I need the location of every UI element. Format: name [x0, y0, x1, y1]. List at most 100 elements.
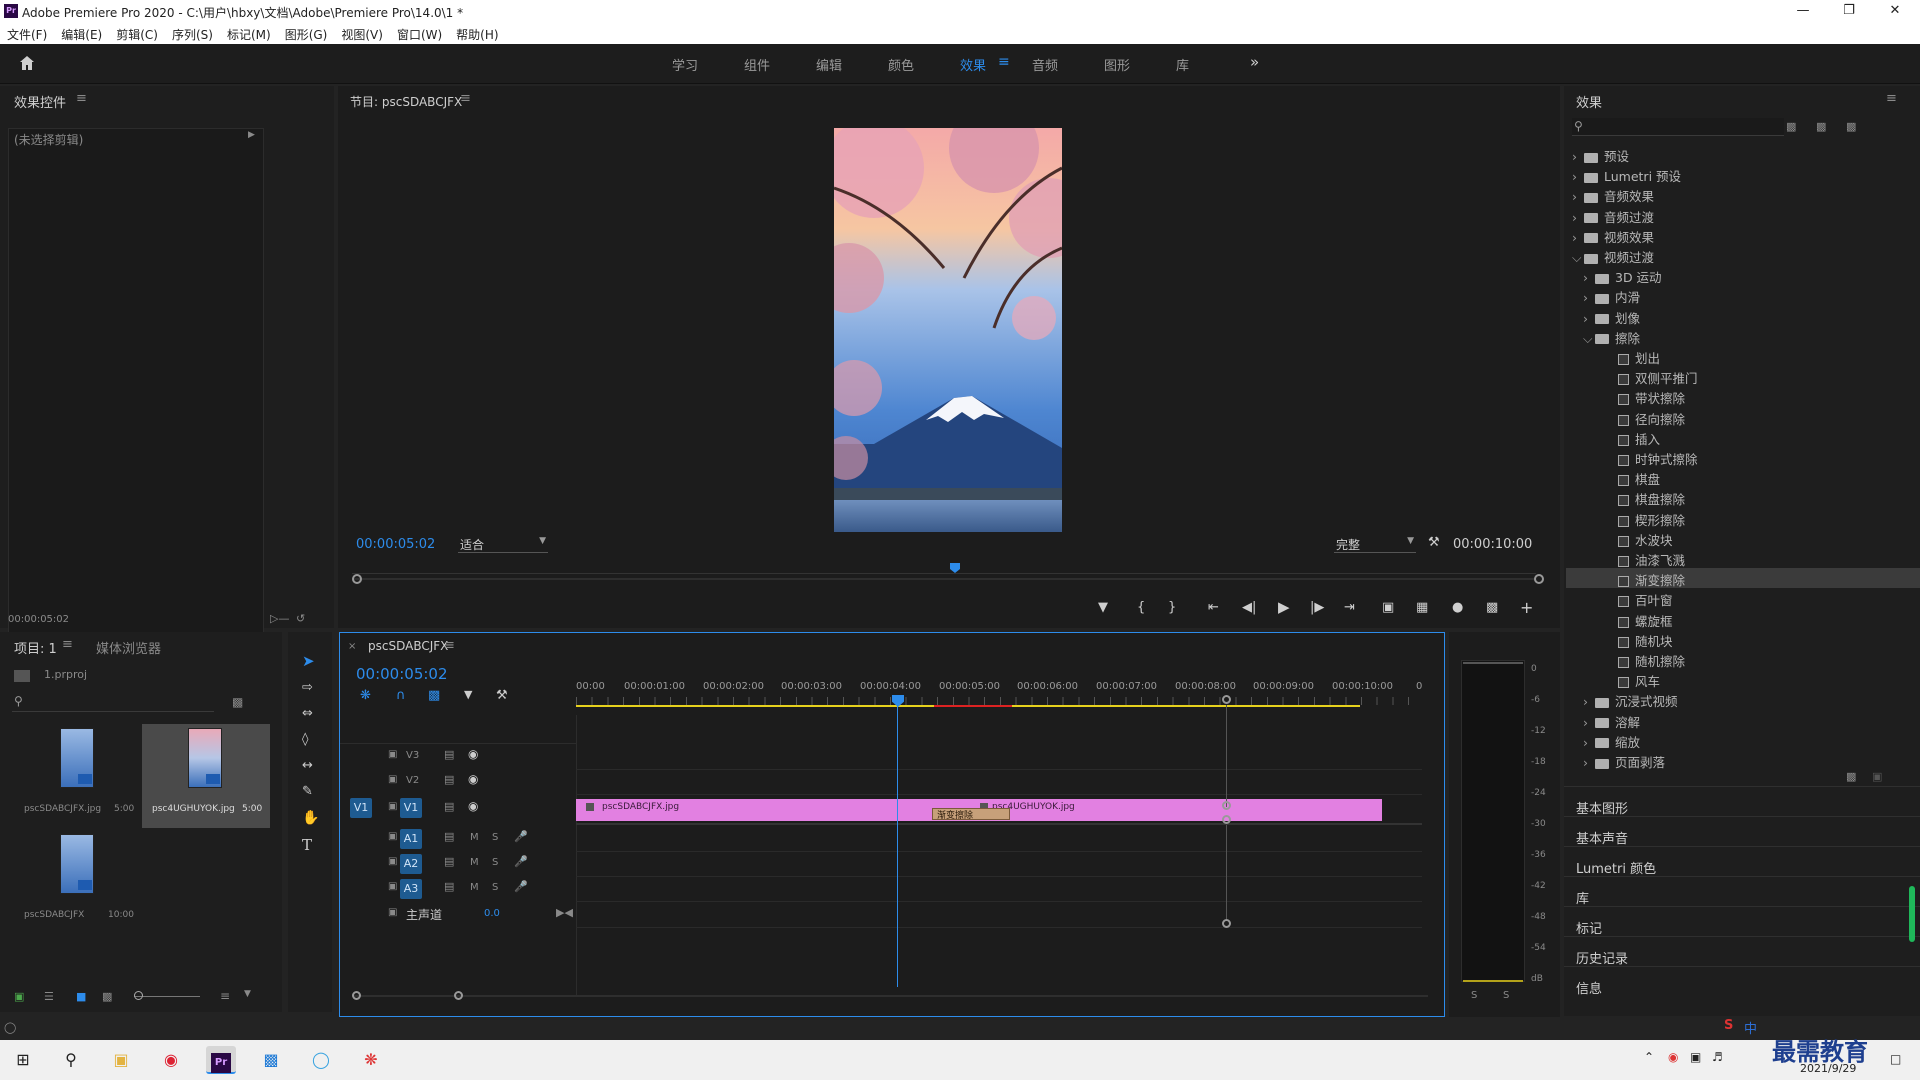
workspace-tab-libraries[interactable]: 库	[1176, 55, 1189, 74]
effects-tree-item[interactable]: › 3D 运动	[1566, 265, 1920, 285]
play-icon[interactable]: ▶	[1278, 598, 1290, 616]
solo-button[interactable]: S	[492, 832, 498, 843]
menu-file[interactable]: 文件(F)	[0, 22, 54, 43]
sync-lock-icon[interactable]: ▤	[444, 855, 454, 868]
effects-tree-item[interactable]: › 音频过渡	[1566, 205, 1920, 225]
master-volume-value[interactable]: 0.0	[484, 908, 500, 919]
effects-tree-item[interactable]: › 划像	[1566, 306, 1920, 326]
effects-tree-item[interactable]: 渐变擦除	[1566, 568, 1920, 589]
chrome-icon[interactable]: ◉	[156, 1046, 186, 1074]
effects-tree-item[interactable]: 棋盘	[1566, 467, 1920, 487]
effects-search-input[interactable]: ⚲	[1572, 118, 1784, 136]
add-marker-icon[interactable]: ▼	[464, 688, 472, 701]
sort-icon[interactable]: ≡	[220, 989, 230, 1003]
program-video-frame[interactable]	[834, 128, 1062, 532]
effects-panel-title[interactable]: 效果	[1576, 92, 1602, 111]
icon-view-icon[interactable]: ■	[76, 990, 86, 1003]
horizontal-zoom-handle[interactable]	[454, 991, 463, 1000]
chevron-down-icon[interactable]: ⌵	[1572, 250, 1584, 266]
thumbnail-size-slider[interactable]	[134, 996, 200, 997]
list-view-icon[interactable]: ☰	[44, 990, 54, 1003]
effects-tree-item[interactable]: 风车	[1566, 669, 1920, 689]
minimize-button[interactable]: —	[1780, 0, 1826, 22]
chevron-right-icon[interactable]: ›	[1583, 735, 1595, 750]
workspace-menu-icon[interactable]: ≡	[998, 54, 1010, 70]
lock-icon[interactable]: ▣	[388, 749, 397, 760]
transition-gradient-wipe[interactable]: 渐变擦除	[932, 808, 1010, 821]
volume-icon[interactable]: ♬	[1712, 1050, 1723, 1064]
network-icon[interactable]: ▣	[1690, 1050, 1701, 1064]
voiceover-mic-icon[interactable]: 🎤	[514, 855, 528, 868]
section-essential-graphics[interactable]: 基本图形	[1576, 798, 1628, 817]
voiceover-mic-icon[interactable]: 🎤	[514, 830, 528, 843]
zoom-handle-right[interactable]	[1534, 574, 1544, 584]
app-icon[interactable]: ❋	[356, 1046, 386, 1074]
type-tool-icon[interactable]: T	[302, 836, 312, 854]
camera-icon[interactable]: ●	[1452, 600, 1463, 615]
menu-markers[interactable]: 标记(M)	[220, 22, 278, 43]
export-icon[interactable]: ↺	[296, 612, 305, 625]
chevron-right-icon[interactable]: ›	[1583, 755, 1595, 770]
mute-button[interactable]: M	[470, 857, 479, 868]
section-info[interactable]: 信息	[1576, 978, 1602, 997]
effects-tree-item[interactable]: 双侧平推门	[1566, 366, 1920, 386]
mute-button[interactable]: M	[470, 832, 479, 843]
project-item[interactable]: pscSDABCJFX.jpg 5:00	[14, 726, 140, 828]
zoom-scroll-bar[interactable]	[352, 578, 1536, 580]
chevron-right-icon[interactable]: ›	[1583, 311, 1595, 326]
extract-icon[interactable]: ▦	[1416, 600, 1428, 615]
tray-chevron-icon[interactable]: ⌃	[1644, 1050, 1654, 1064]
section-markers[interactable]: 标记	[1576, 918, 1602, 937]
effects-tree-item[interactable]: › 溶解	[1566, 710, 1920, 730]
lock-icon[interactable]: ▣	[388, 774, 397, 785]
slider-handle[interactable]	[134, 991, 143, 1000]
chevron-right-icon[interactable]: ›	[1572, 230, 1584, 245]
chevron-right-icon[interactable]: ›	[1583, 694, 1595, 709]
track-target-a1[interactable]: A1	[400, 829, 422, 849]
effects-tree-item[interactable]: 棋盘擦除	[1566, 487, 1920, 507]
maximize-button[interactable]: ❐	[1826, 0, 1872, 22]
lift-icon[interactable]: ▣	[1382, 600, 1394, 615]
tab-project[interactable]: 项目: 1	[14, 638, 57, 657]
effects-tree-item[interactable]: › 预设	[1566, 144, 1920, 164]
effects-tree-item[interactable]: 时钟式擦除	[1566, 447, 1920, 467]
meter-solo-button[interactable]: S	[1503, 990, 1509, 1001]
source-patch-v1[interactable]: V1	[350, 798, 372, 818]
filter-icon[interactable]: ▷—	[270, 612, 289, 625]
effects-tree-item[interactable]: 随机块	[1566, 629, 1920, 649]
panel-menu-icon[interactable]: ≡	[1886, 91, 1897, 106]
close-button[interactable]: ✕	[1872, 0, 1918, 22]
effects-tree-item[interactable]: › 视频效果	[1566, 225, 1920, 245]
chevron-right-icon[interactable]: ›	[1572, 169, 1584, 184]
effects-tree-item[interactable]: 楔形擦除	[1566, 508, 1920, 528]
effects-tree-item[interactable]: › 内滑	[1566, 285, 1920, 305]
search-icon[interactable]: ⚲	[56, 1046, 86, 1074]
new-custom-bin-icon[interactable]: ▩	[1846, 770, 1856, 783]
fit-zoom-select[interactable]: 适合 ▼	[458, 535, 548, 553]
comparison-view-icon[interactable]: ▩	[1486, 600, 1498, 615]
panel-menu-icon[interactable]: ≡	[76, 91, 87, 106]
insert-nest-icon[interactable]: ❋	[360, 688, 371, 703]
lock-icon[interactable]: ▣	[388, 907, 397, 918]
button-editor-plus-icon[interactable]: +	[1520, 598, 1533, 617]
file-explorer-icon[interactable]: ▣	[106, 1046, 136, 1074]
effects-tree-item[interactable]: › 沉浸式视频	[1566, 689, 1920, 709]
workspace-overflow-icon[interactable]: »	[1250, 53, 1259, 71]
track-select-tool-icon[interactable]: ⇨	[302, 680, 313, 695]
lock-icon[interactable]: ▣	[388, 881, 397, 892]
sync-lock-icon[interactable]: ▤	[444, 748, 454, 761]
timeline-clip[interactable]: psc4UGHUYOK.jpg	[970, 799, 1382, 821]
vertical-zoom-handle[interactable]	[1222, 919, 1231, 928]
sync-lock-icon[interactable]: ▤	[444, 830, 454, 843]
project-item[interactable]: pscSDABCJFX 10:00	[14, 832, 140, 934]
snap-magnet-icon[interactable]: ∩	[396, 688, 406, 703]
eye-icon[interactable]: ◉	[468, 772, 478, 786]
pen-tool-icon[interactable]: ✎	[302, 784, 313, 799]
menu-window[interactable]: 窗口(W)	[390, 22, 449, 43]
effects-tree-item[interactable]: 百叶窗	[1566, 588, 1920, 608]
close-tab-icon[interactable]: ×	[348, 641, 356, 652]
meter-solo-button[interactable]: S	[1471, 990, 1477, 1001]
workspace-tab-audio[interactable]: 音频	[1032, 55, 1058, 74]
timeline-playhead-timecode[interactable]: 00:00:05:02	[356, 665, 448, 683]
workspace-tab-effects[interactable]: 效果	[960, 55, 986, 74]
